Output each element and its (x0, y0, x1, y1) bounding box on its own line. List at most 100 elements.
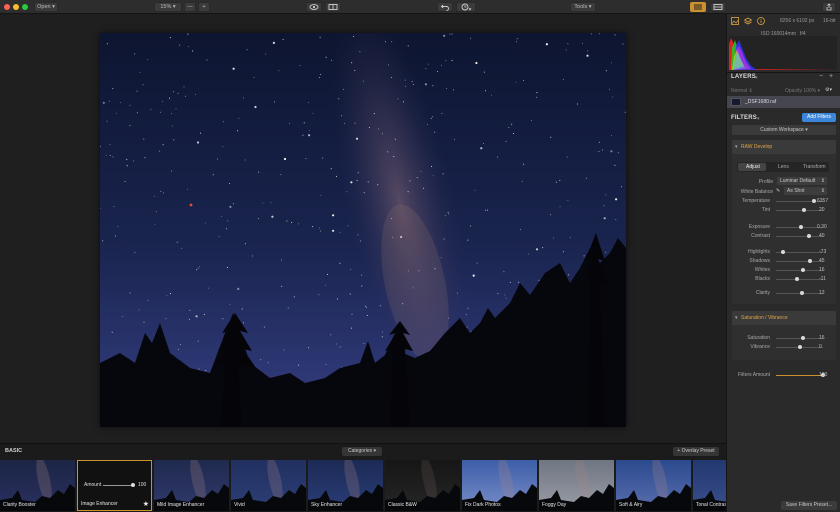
layers-icon[interactable] (744, 17, 752, 25)
tab-transform[interactable]: Transform (803, 164, 826, 170)
vibrance-value: 0 (819, 344, 822, 350)
info-icon[interactable] (757, 17, 765, 25)
preset-name: Soft & Airy (619, 502, 643, 508)
preset-classic-b-w[interactable]: Classic B&W (385, 460, 460, 511)
preset-name: Image Enhancer (81, 501, 118, 507)
tab-adjust[interactable]: Adjust (746, 164, 760, 170)
white-balance-select[interactable]: As Shot ⇕ (784, 187, 827, 195)
saturation-label: Saturation (747, 335, 770, 341)
tint-knob[interactable] (802, 208, 807, 212)
preset-soft-airy[interactable]: Soft & Airy (616, 460, 691, 511)
raw-develop-header[interactable]: ▾ RAW Develop (732, 140, 836, 154)
whites-track[interactable] (776, 270, 823, 271)
preset-sky-enhancer[interactable]: Sky Enhancer (308, 460, 383, 511)
blacks-knob[interactable] (795, 277, 800, 281)
star-icon[interactable]: ★ (143, 500, 149, 508)
overlay-preset-button[interactable]: + Overlay Preset (673, 447, 719, 456)
save-filters-preset-button[interactable]: Save Filters Preset... (781, 501, 837, 510)
presets-panel-toggle[interactable] (710, 2, 726, 12)
add-filters-button[interactable]: Add Filters (802, 113, 836, 122)
preset-clarity-booster[interactable]: Clarity Booster (0, 460, 75, 511)
shadows-slider[interactable]: Shadows 45 (727, 258, 840, 266)
shadows-track[interactable] (776, 261, 823, 262)
undo-button[interactable] (437, 2, 453, 12)
gear-icon[interactable]: ⚙▾ (825, 87, 832, 93)
blend-mode-select[interactable]: Normal ⇕ (731, 88, 753, 94)
close-window-button[interactable] (4, 4, 10, 10)
preset-image-enhancer[interactable]: Amount 100 ★ Image Enhancer (77, 460, 152, 511)
clarity-value: 13 (819, 290, 825, 296)
preview-eye-button[interactable] (306, 2, 322, 12)
saturation-slider[interactable]: Saturation 16 (727, 335, 840, 343)
filters-amount-fill (776, 375, 823, 376)
eyedropper-icon[interactable]: ✎ (776, 188, 780, 194)
raw-tabs: Adjust Lens Transform (737, 162, 829, 172)
compare-icon (328, 4, 338, 10)
minimize-window-button[interactable] (13, 4, 19, 10)
saturation-vibrance-header[interactable]: ▾ Saturation / Vibrance (732, 311, 836, 325)
preset-vivid[interactable]: Vivid (231, 460, 306, 511)
temperature-knob[interactable] (811, 199, 816, 203)
preset-name: Tonal Contrast (696, 502, 726, 508)
preset-tonal-contrast[interactable]: Tonal Contrast (693, 460, 726, 511)
history-button[interactable]: ▾ (456, 2, 476, 13)
zoom-select[interactable]: 15% ▾ (154, 2, 182, 12)
tint-slider[interactable]: Tint 20 (727, 207, 840, 215)
whites-knob[interactable] (801, 268, 806, 272)
remove-layer-button[interactable]: − (819, 73, 823, 80)
share-button[interactable] (822, 2, 836, 12)
workspace-select[interactable]: Custom Workspace ▾ (732, 125, 836, 135)
zoom-out-button[interactable]: — (184, 2, 196, 12)
zoom-in-button[interactable]: + (198, 2, 210, 12)
preset-amount-track[interactable] (103, 485, 133, 486)
chevron-updown-icon: ⇕ (820, 178, 825, 184)
compare-button[interactable] (325, 2, 341, 12)
preset-amount-knob[interactable] (131, 483, 135, 487)
chevron-down-icon[interactable]: ▾ (757, 116, 760, 122)
saturation-track[interactable] (776, 338, 823, 339)
add-layer-button[interactable]: + (829, 73, 833, 80)
exposure-knob[interactable] (798, 225, 803, 229)
clarity-slider[interactable]: Clarity 13 (727, 290, 840, 298)
shadows-knob[interactable] (807, 259, 812, 263)
undo-icon (440, 4, 449, 11)
image-icon[interactable] (731, 17, 739, 25)
contrast-knob[interactable] (806, 234, 811, 238)
whites-slider[interactable]: Whites 16 (727, 267, 840, 275)
temperature-slider[interactable]: Temperature 6357 (727, 198, 840, 206)
tint-track[interactable] (776, 210, 823, 211)
clarity-knob[interactable] (800, 291, 805, 295)
categories-select[interactable]: Categories ▾ (342, 447, 382, 456)
saturation-knob[interactable] (801, 336, 806, 340)
profile-select[interactable]: Luminar Default ⇕ (777, 177, 827, 185)
shadows-label: Shadows (749, 258, 770, 264)
highlights-slider[interactable]: Highlights -73 (727, 249, 840, 257)
zoom-window-button[interactable] (22, 4, 28, 10)
contrast-track[interactable] (776, 236, 823, 237)
vibrance-slider[interactable]: Vibrance 0 (727, 344, 840, 352)
filters-title: FILTERS (731, 115, 757, 121)
vibrance-knob[interactable] (797, 345, 802, 349)
blacks-label: Blacks (755, 276, 770, 282)
layer-row[interactable]: _DSF1680.raf (727, 96, 840, 108)
preset-mild-image-enhancer[interactable]: Mild Image Enhancer (154, 460, 229, 511)
top-toolbar: Open ▾ 15% ▾ — + ▾ Tools ▾ (0, 0, 840, 14)
tab-lens[interactable]: Lens (778, 164, 789, 170)
tools-button[interactable]: Tools ▾ (570, 2, 596, 12)
filters-panel-toggle[interactable] (690, 2, 706, 12)
filters-amount-slider[interactable]: Filters Amount 100 (727, 372, 840, 380)
blacks-slider[interactable]: Blacks -11 (727, 276, 840, 284)
open-button[interactable]: Open ▾ (34, 2, 58, 12)
temperature-track[interactable] (776, 201, 823, 202)
exposure-slider[interactable]: Exposure 0.30 (727, 224, 840, 232)
image-canvas[interactable] (0, 14, 726, 443)
contrast-slider[interactable]: Contrast 40 (727, 233, 840, 241)
temperature-value: 6357 (817, 198, 829, 204)
opacity-value: 100% (803, 88, 817, 94)
preset-foggy-day[interactable]: Foggy Day (539, 460, 614, 511)
blacks-track[interactable] (776, 279, 823, 280)
chevron-down-icon[interactable]: ▾ (755, 75, 758, 81)
preset-fix-dark-photos[interactable]: Fix Dark Photos (462, 460, 537, 511)
highlights-knob[interactable] (780, 250, 785, 254)
opacity-control[interactable]: Opacity 100% ▾ (785, 88, 820, 94)
